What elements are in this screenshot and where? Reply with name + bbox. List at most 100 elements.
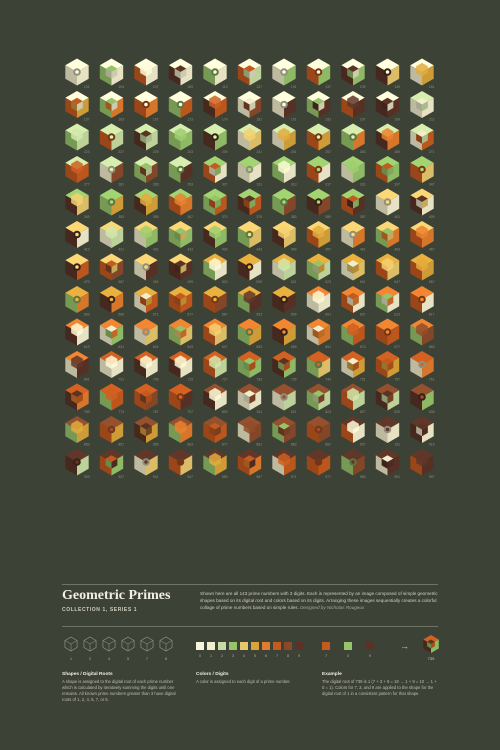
prime-label: 643 bbox=[187, 345, 193, 349]
digit-swatch-9 bbox=[295, 642, 303, 650]
prime-shape-337 bbox=[375, 156, 400, 183]
prime-shape-631 bbox=[99, 318, 124, 346]
prime-shape-359 bbox=[134, 188, 158, 216]
prime-label: 193 bbox=[325, 118, 331, 122]
prime-label: 967 bbox=[256, 475, 262, 479]
prime-label: 929 bbox=[84, 475, 90, 479]
prime-shape-821 bbox=[272, 383, 296, 411]
example-digit-label: 7 bbox=[324, 653, 328, 658]
prime-shape-599 bbox=[272, 286, 296, 313]
prime-shape-227 bbox=[99, 123, 124, 151]
prime-label: 653 bbox=[256, 345, 262, 349]
digit-label: 8 bbox=[286, 653, 290, 658]
prime-shape-859 bbox=[134, 416, 158, 443]
prime-shape-641 bbox=[134, 318, 158, 346]
prime-shape-479 bbox=[65, 253, 89, 281]
prime-shape-179 bbox=[203, 91, 227, 118]
prime-shape-967 bbox=[237, 448, 262, 476]
digit-label: 3 bbox=[231, 653, 235, 658]
example-swatch-9 bbox=[366, 642, 374, 650]
prime-label: 179 bbox=[222, 118, 228, 122]
root-shapes-row: 1 2 4 5 7 8 bbox=[62, 632, 180, 668]
prime-label: 211 bbox=[429, 118, 435, 122]
prime-shape-541 bbox=[341, 253, 365, 281]
legend-shapes: 1 2 4 5 7 8 Shapes / Digital Roots A shape is… bbox=[62, 632, 180, 703]
prime-shape-647 bbox=[203, 318, 227, 346]
example-digit-label: 3 bbox=[346, 653, 350, 658]
prime-shapes-canvas: 101 103 107 109 113 127 131 137 139 149 151 157 163 1… bbox=[65, 58, 435, 479]
prime-label: 541 bbox=[360, 280, 366, 284]
prime-shape-853 bbox=[65, 416, 89, 443]
prime-shape-769 bbox=[65, 383, 89, 411]
prime-shape-857 bbox=[99, 416, 124, 443]
prime-label: 953 bbox=[222, 475, 228, 479]
root-shape-4 bbox=[102, 636, 116, 652]
prime-shape-823 bbox=[306, 383, 331, 411]
prime-shape-953 bbox=[203, 448, 227, 476]
prime-label: 379 bbox=[256, 215, 262, 219]
prime-label: 641 bbox=[153, 345, 159, 349]
prime-shape-911 bbox=[375, 416, 400, 443]
prime-label: 577 bbox=[187, 313, 193, 317]
prime-label: 839 bbox=[429, 410, 435, 414]
prime-shape-283 bbox=[134, 156, 158, 183]
prime-label: 683 bbox=[429, 345, 435, 349]
digit-swatch-7 bbox=[273, 642, 281, 650]
prime-shape-571 bbox=[134, 286, 158, 313]
prime-label: 601 bbox=[325, 313, 331, 317]
prime-shape-379 bbox=[237, 188, 262, 216]
prime-shape-761 bbox=[410, 351, 434, 378]
prime-label: 563 bbox=[84, 313, 90, 317]
prime-shape-239 bbox=[203, 123, 227, 151]
prime-label: 263 bbox=[360, 150, 366, 154]
digit-label: 2 bbox=[220, 653, 224, 658]
prime-shape-263 bbox=[341, 123, 365, 151]
prime-shape-163 bbox=[99, 91, 124, 118]
divider-bottom bbox=[62, 626, 438, 627]
prime-label: 461 bbox=[360, 248, 366, 252]
prime-shape-101 bbox=[65, 58, 89, 86]
example-arrow: → bbox=[400, 641, 409, 651]
root-label: 4 bbox=[107, 656, 111, 661]
prime-shape-233 bbox=[168, 123, 193, 151]
prime-label: 907 bbox=[360, 443, 366, 447]
prime-shape-491 bbox=[134, 253, 158, 281]
digit-swatch-2 bbox=[218, 642, 226, 650]
prime-shape-757 bbox=[375, 351, 400, 378]
prime-shape-103 bbox=[99, 58, 124, 86]
legend-colors: 0 1 2 3 4 5 6 7 8 9 Colors / Digits A color is as… bbox=[196, 632, 306, 685]
prime-shape-739 bbox=[272, 351, 296, 378]
designer-credit: Designed by Nicholas Rougeux bbox=[300, 605, 365, 610]
prime-label: 373 bbox=[222, 215, 228, 219]
prime-label: 449 bbox=[291, 248, 297, 252]
root-shape-2 bbox=[83, 636, 97, 652]
prime-shape-617 bbox=[410, 286, 434, 313]
prime-shape-173 bbox=[168, 91, 193, 118]
prime-label: 269 bbox=[394, 150, 400, 154]
prime-shape-229 bbox=[134, 123, 158, 151]
prime-shape-373 bbox=[203, 188, 227, 216]
prime-label: 307 bbox=[222, 183, 228, 187]
prime-shape-149 bbox=[375, 58, 400, 86]
prime-shape-557 bbox=[410, 253, 434, 281]
example-digit-label: 9 bbox=[368, 653, 372, 658]
prime-label: 887 bbox=[325, 443, 331, 447]
prime-shape-317 bbox=[306, 156, 331, 183]
prime-shape-773 bbox=[99, 383, 124, 411]
prime-shape-683 bbox=[410, 318, 434, 346]
prime-label: 659 bbox=[291, 345, 297, 349]
prime-label: 257 bbox=[325, 150, 331, 154]
prime-shape-661 bbox=[306, 318, 331, 346]
digit-swatch-1 bbox=[207, 642, 215, 650]
prime-label: 331 bbox=[360, 183, 366, 187]
prime-label: 661 bbox=[325, 345, 331, 349]
prime-label: 877 bbox=[222, 443, 228, 447]
prime-label: 103 bbox=[118, 85, 124, 89]
prime-shape-353 bbox=[99, 188, 124, 216]
example-swatch-3 bbox=[344, 642, 352, 650]
prime-shape-349 bbox=[65, 188, 89, 216]
prime-label: 317 bbox=[325, 183, 331, 187]
prime-label: 823 bbox=[325, 410, 331, 414]
prime-shape-397 bbox=[341, 188, 365, 216]
prime-label: 571 bbox=[153, 313, 159, 317]
